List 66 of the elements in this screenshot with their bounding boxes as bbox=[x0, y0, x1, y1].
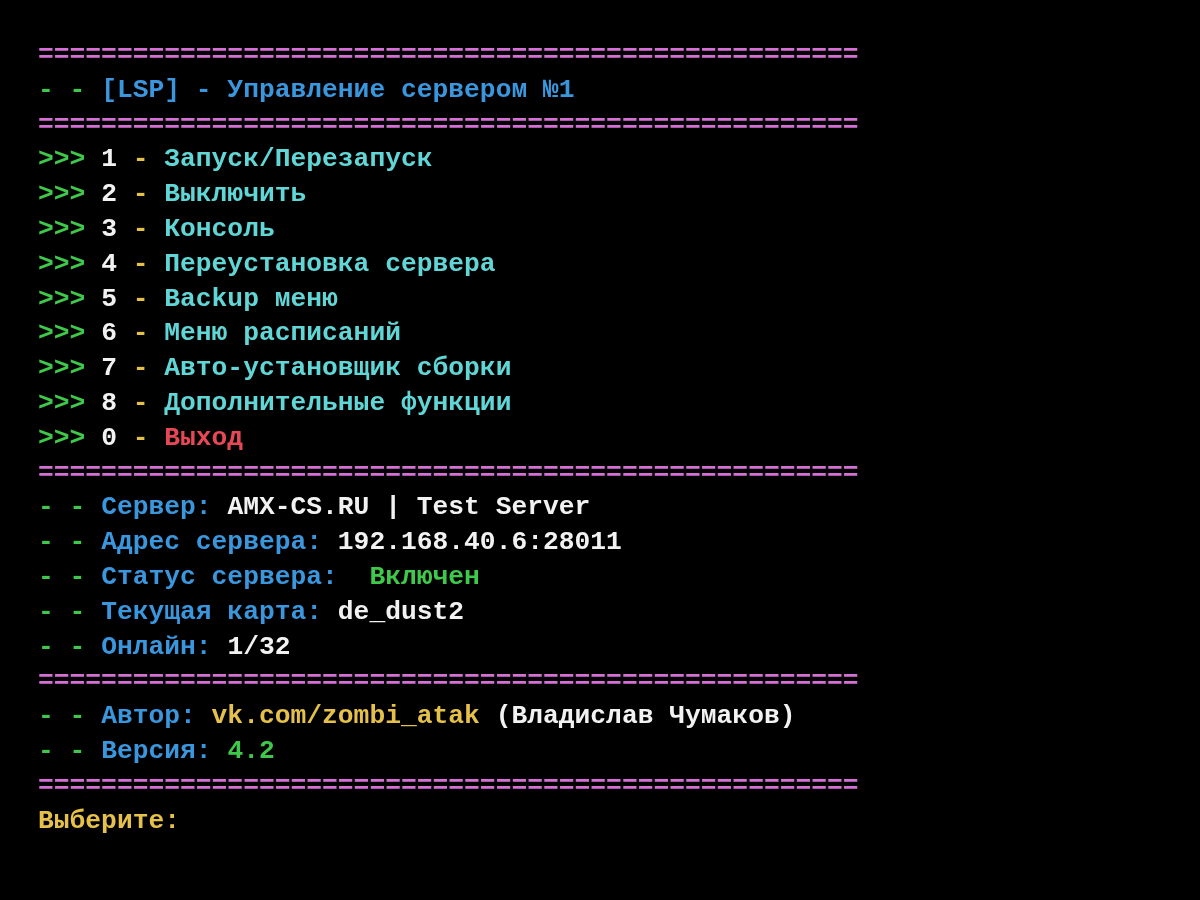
terminal-text: Меню расписаний bbox=[164, 318, 401, 349]
terminal-text: [LSP] - Управление сервером №1 bbox=[101, 74, 575, 105]
terminal-text: 3 bbox=[101, 214, 117, 244]
terminal-text: - bbox=[132, 353, 149, 384]
terminal-text: 0 bbox=[101, 422, 117, 453]
terminal-text: - bbox=[132, 283, 149, 314]
terminal-text: AMX-CS.RU | Test Server bbox=[227, 492, 591, 523]
terminal-text: >>> bbox=[38, 179, 86, 210]
terminal-text: - bbox=[132, 318, 149, 349]
separator-text: ==================================================== bbox=[38, 109, 859, 140]
terminal-text: Включен bbox=[369, 561, 480, 592]
terminal-text: Консоль bbox=[164, 214, 275, 244]
terminal-text: Backup меню bbox=[164, 283, 338, 314]
terminal-text: 4.2 bbox=[227, 735, 275, 766]
terminal-text: 4 bbox=[101, 248, 117, 279]
terminal-text: - - bbox=[38, 492, 86, 523]
terminal-text: vk.com/zombi_atak bbox=[211, 701, 480, 732]
terminal-text: 1/32 bbox=[227, 631, 291, 662]
terminal-text: 192.168.40.6:28011 bbox=[337, 527, 622, 558]
terminal-text: Выберите: bbox=[38, 805, 181, 836]
terminal-text: >>> bbox=[38, 422, 86, 453]
terminal-text: >>> bbox=[38, 214, 86, 244]
terminal-text: - - bbox=[38, 561, 86, 592]
terminal-text: Запуск/Перезапуск bbox=[164, 144, 433, 175]
terminal-text: - - bbox=[38, 631, 86, 662]
terminal-text: - - bbox=[38, 596, 86, 627]
terminal-text: (Владислав Чумаков) bbox=[495, 701, 796, 732]
terminal-text: - bbox=[132, 387, 149, 418]
terminal-text: - - bbox=[38, 74, 86, 105]
terminal-text: Авто-установщик сборки bbox=[164, 353, 512, 384]
terminal-text: Сервер: bbox=[101, 492, 212, 523]
terminal-text: - bbox=[132, 144, 149, 175]
terminal-text: Адрес сервера: bbox=[101, 527, 323, 558]
terminal-text: - bbox=[132, 422, 149, 453]
terminal-text: >>> bbox=[38, 248, 86, 279]
terminal-text: Выход bbox=[164, 422, 244, 453]
terminal-text: Текущая карта: bbox=[101, 596, 323, 627]
separator-text: ==================================================== bbox=[38, 770, 859, 801]
terminal-text: - bbox=[132, 214, 149, 244]
terminal-text: Автор: bbox=[101, 701, 196, 732]
terminal-text: - - bbox=[38, 527, 86, 558]
terminal-text: - bbox=[132, 248, 149, 279]
terminal-text: 1 bbox=[101, 144, 117, 175]
terminal-text: Онлайн: bbox=[101, 631, 212, 662]
terminal-text: >>> bbox=[38, 318, 86, 349]
terminal-text: >>> bbox=[38, 353, 86, 384]
terminal-text: Выключить bbox=[164, 179, 307, 210]
terminal-text: 7 bbox=[101, 353, 117, 384]
terminal-text: 6 bbox=[101, 318, 117, 349]
terminal-text: Дополнительные функции bbox=[164, 387, 512, 418]
terminal-text: 2 bbox=[101, 179, 117, 210]
terminal-text: >>> bbox=[38, 387, 86, 418]
terminal-text: de_dust2 bbox=[337, 596, 465, 627]
terminal-text: >>> bbox=[38, 283, 86, 314]
terminal-text: >>> bbox=[38, 144, 86, 175]
separator-text: ==================================================== bbox=[38, 666, 859, 697]
terminal-text: Версия: bbox=[101, 735, 212, 766]
terminal-text: Статус сервера: bbox=[101, 561, 339, 592]
separator-text: ==================================================== bbox=[38, 40, 859, 70]
terminal-text: Переустановка сервера bbox=[164, 248, 496, 279]
terminal-text: 5 bbox=[101, 283, 117, 314]
terminal-text: - - bbox=[38, 701, 86, 732]
terminal-text: 8 bbox=[101, 387, 117, 418]
terminal-text: - bbox=[132, 179, 149, 210]
separator-text: ==================================================== bbox=[38, 457, 859, 488]
terminal-text: - - bbox=[38, 735, 86, 766]
